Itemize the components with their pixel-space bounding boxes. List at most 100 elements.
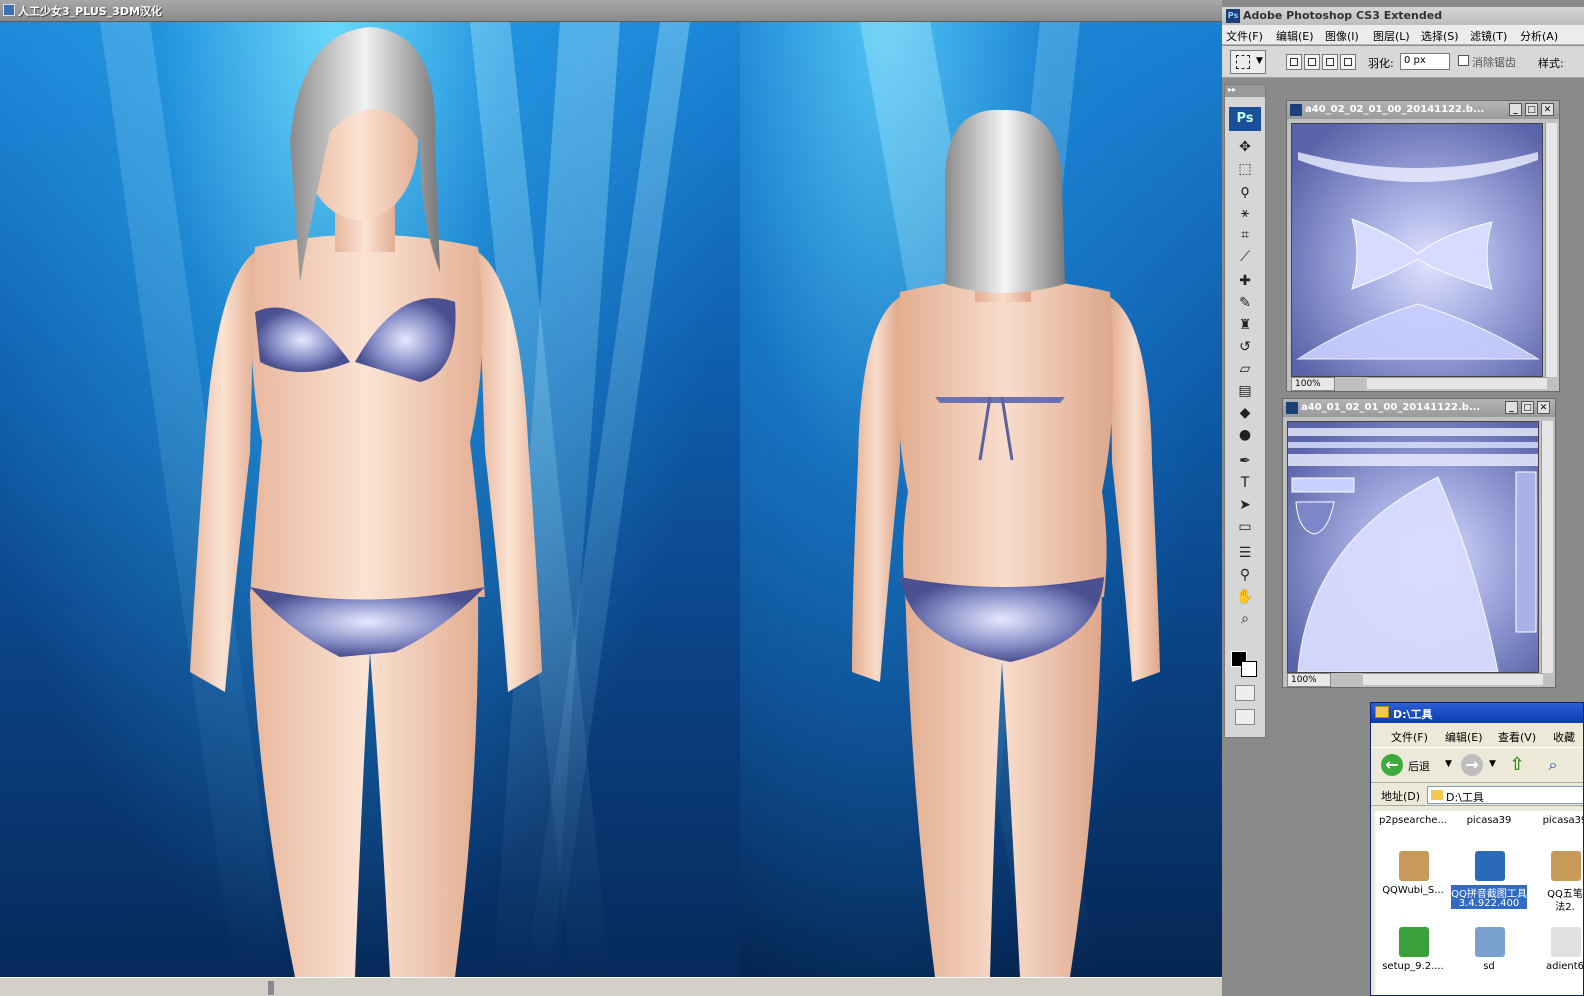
file-item[interactable]: adient6 bbox=[1527, 927, 1584, 995]
menu-filter[interactable]: 滤镜(T) bbox=[1470, 28, 1507, 44]
explorer-toolbar: ← 后退 ▼ → ▼ ⇧ ⌕ bbox=[1371, 747, 1583, 783]
move-tool-icon[interactable]: ✥ bbox=[1234, 137, 1256, 157]
file-item[interactable]: QQ五笔 法2. bbox=[1527, 851, 1583, 921]
history-brush-tool-icon[interactable]: ↺ bbox=[1234, 337, 1256, 357]
brush-tool-icon[interactable]: ✎ bbox=[1234, 293, 1256, 313]
file-name: picasa39 bbox=[1466, 815, 1512, 826]
file-item[interactable]: QQWubi_S... bbox=[1375, 851, 1451, 921]
type-tool-icon[interactable]: T bbox=[1234, 473, 1256, 493]
file-item[interactable]: sd bbox=[1451, 927, 1527, 995]
maximize-icon[interactable]: □ bbox=[1521, 401, 1534, 414]
file-item[interactable]: QQ拼音截图工具 3.4.922.400 bbox=[1451, 851, 1527, 921]
menu-edit[interactable]: 编辑(E) bbox=[1276, 28, 1314, 44]
new-selection-button[interactable] bbox=[1286, 54, 1302, 70]
forward-arrow-icon[interactable]: → bbox=[1461, 754, 1483, 776]
add-selection-button[interactable] bbox=[1304, 54, 1320, 70]
explorer-title: D:\工具 bbox=[1393, 708, 1433, 721]
chevron-down-icon[interactable]: ▼ bbox=[1445, 759, 1452, 769]
tool-preset-picker[interactable]: ▼ bbox=[1230, 50, 1266, 74]
texture-uv-map bbox=[1288, 428, 1538, 672]
menu-edit[interactable]: 编辑(E) bbox=[1445, 729, 1483, 745]
menu-file[interactable]: 文件(F) bbox=[1226, 28, 1263, 44]
shape-tool-icon[interactable]: ▭ bbox=[1234, 517, 1256, 537]
vertical-scrollbar[interactable] bbox=[1541, 421, 1553, 673]
explorer-window: D:\工具 文件(F) 编辑(E) 查看(V) 收藏 ← 后退 ▼ → ▼ ⇧ … bbox=[1370, 702, 1584, 996]
zoom-level[interactable]: 100% bbox=[1287, 673, 1331, 687]
feather-input[interactable]: 0 px bbox=[1400, 53, 1450, 70]
horizontal-scrollbar[interactable] bbox=[1363, 673, 1543, 685]
hand-tool-icon[interactable]: ✋ bbox=[1234, 587, 1256, 607]
subtract-selection-button[interactable] bbox=[1322, 54, 1338, 70]
vertical-scrollbar[interactable] bbox=[1545, 123, 1557, 377]
character-front-view[interactable] bbox=[0, 22, 740, 977]
eyedropper-tool-icon[interactable]: ⚲ bbox=[1234, 565, 1256, 585]
texture-canvas[interactable] bbox=[1291, 123, 1543, 377]
zoom-tool-icon[interactable]: ⌕ bbox=[1234, 609, 1256, 629]
minimize-icon[interactable]: _ bbox=[1505, 401, 1518, 414]
toolbox-grip[interactable]: ▸▸ bbox=[1225, 85, 1265, 97]
maximize-icon[interactable]: □ bbox=[1525, 103, 1538, 116]
path-selection-tool-icon[interactable]: ➤ bbox=[1234, 495, 1256, 515]
background-color-swatch[interactable] bbox=[1241, 661, 1257, 677]
game-scroll-thumb[interactable] bbox=[268, 981, 274, 995]
menu-view[interactable]: 查看(V) bbox=[1498, 729, 1536, 745]
menu-file[interactable]: 文件(F) bbox=[1391, 729, 1428, 745]
file-name: p2psearche... bbox=[1379, 815, 1447, 826]
menu-image[interactable]: 图像(I) bbox=[1325, 28, 1359, 44]
address-field[interactable]: D:\工具 bbox=[1427, 786, 1583, 804]
antialias-checkbox[interactable] bbox=[1458, 55, 1469, 66]
close-icon[interactable]: ✕ bbox=[1537, 401, 1550, 414]
game-statusbar bbox=[0, 977, 1222, 996]
antialias-label: 消除锯齿 bbox=[1472, 56, 1516, 69]
healing-brush-tool-icon[interactable]: ✚ bbox=[1234, 271, 1256, 291]
photoshop-logo: Ps bbox=[1229, 107, 1261, 131]
document-titlebar[interactable]: a40_02_02_01_00_20141122.b... _ □ ✕ bbox=[1287, 101, 1559, 119]
clone-stamp-tool-icon[interactable]: ♜ bbox=[1234, 315, 1256, 335]
horizontal-scrollbar[interactable] bbox=[1367, 377, 1547, 389]
lasso-tool-icon[interactable]: ϙ bbox=[1234, 181, 1256, 201]
character-back-view[interactable] bbox=[740, 22, 1222, 977]
pen-tool-icon[interactable]: ✒ bbox=[1234, 451, 1256, 471]
back-arrow-icon[interactable]: ← bbox=[1381, 754, 1403, 776]
intersect-selection-button[interactable] bbox=[1340, 54, 1356, 70]
magic-wand-tool-icon[interactable]: ⚹ bbox=[1234, 203, 1256, 223]
document-title: a40_01_02_01_00_20141122.b... bbox=[1301, 402, 1481, 413]
search-icon[interactable]: ⌕ bbox=[1541, 754, 1565, 776]
game-app-icon bbox=[3, 4, 15, 16]
document-icon bbox=[1290, 104, 1302, 116]
minimize-icon[interactable]: _ bbox=[1509, 103, 1522, 116]
eraser-tool-icon[interactable]: ▱ bbox=[1234, 359, 1256, 379]
close-icon[interactable]: ✕ bbox=[1541, 103, 1554, 116]
document-titlebar[interactable]: a40_01_02_01_00_20141122.b... _ □ ✕ bbox=[1283, 399, 1555, 417]
slice-tool-icon[interactable]: ⟋ bbox=[1234, 247, 1256, 267]
quick-mask-button[interactable] bbox=[1235, 685, 1255, 701]
menu-favorites[interactable]: 收藏 bbox=[1553, 729, 1575, 745]
folder-up-icon[interactable]: ⇧ bbox=[1507, 754, 1527, 776]
crop-tool-icon[interactable]: ⌗ bbox=[1234, 225, 1256, 245]
photoshop-titlebar[interactable]: Ps Adobe Photoshop CS3 Extended bbox=[1222, 7, 1584, 25]
document-icon bbox=[1286, 402, 1298, 414]
chevron-down-icon[interactable]: ▼ bbox=[1489, 759, 1496, 769]
options-bar: ▼ 羽化: 0 px 消除锯齿 样式: bbox=[1222, 46, 1584, 78]
texture-canvas[interactable] bbox=[1287, 421, 1539, 673]
back-button-label[interactable]: 后退 bbox=[1408, 758, 1430, 774]
gradient-tool-icon[interactable]: ▤ bbox=[1234, 381, 1256, 401]
blur-tool-icon[interactable]: ◆ bbox=[1234, 403, 1256, 423]
file-name: sd bbox=[1483, 961, 1495, 972]
notes-tool-icon[interactable]: ☰ bbox=[1234, 543, 1256, 563]
dodge-tool-icon[interactable]: ● bbox=[1234, 425, 1256, 445]
menu-layer[interactable]: 图层(L) bbox=[1373, 28, 1410, 44]
document-window-1[interactable]: a40_02_02_01_00_20141122.b... _ □ ✕ 100% bbox=[1286, 100, 1560, 392]
zoom-level[interactable]: 100% bbox=[1291, 377, 1335, 391]
game-titlebar[interactable]: 人工少女3_PLUS_3DM汉化 bbox=[0, 0, 1222, 22]
file-name: adient6 bbox=[1545, 961, 1584, 972]
menu-analysis[interactable]: 分析(A) bbox=[1520, 28, 1558, 44]
file-item[interactable]: setup_9.2.... bbox=[1375, 927, 1451, 995]
document-icon bbox=[1551, 927, 1581, 957]
chevron-down-icon: ▼ bbox=[1256, 56, 1263, 66]
screen-mode-button[interactable] bbox=[1235, 709, 1255, 725]
menu-select[interactable]: 选择(S) bbox=[1421, 28, 1459, 44]
explorer-titlebar[interactable]: D:\工具 bbox=[1371, 703, 1583, 723]
marquee-tool-icon[interactable]: ⬚ bbox=[1234, 159, 1256, 179]
document-window-2[interactable]: a40_01_02_01_00_20141122.b... _ □ ✕ 100% bbox=[1282, 398, 1556, 688]
